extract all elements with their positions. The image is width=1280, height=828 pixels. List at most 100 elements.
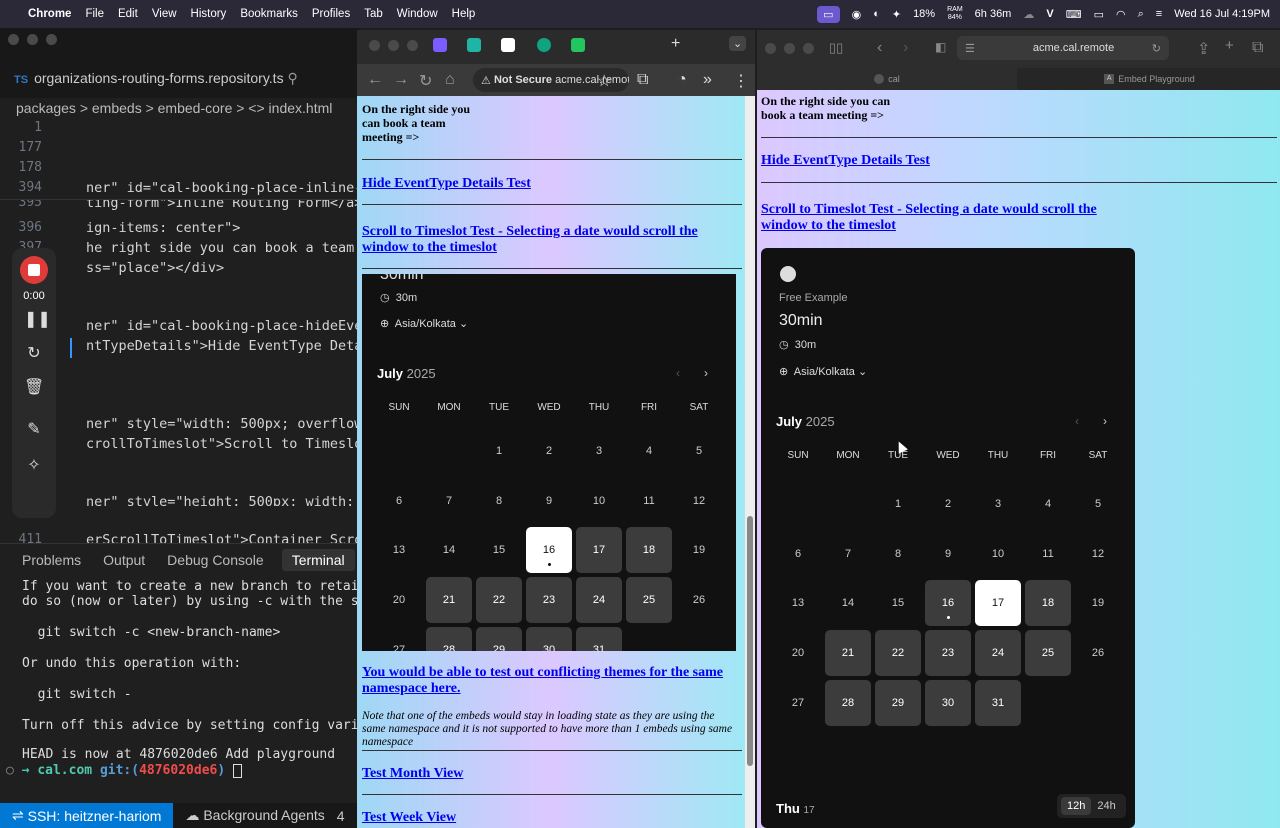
edit-icon[interactable]: ✎	[24, 420, 44, 440]
calendar-day[interactable]: 29	[875, 679, 921, 726]
cloud-icon[interactable]: ☁	[1023, 8, 1034, 21]
trash-icon[interactable]: 🗑	[24, 378, 44, 398]
wifi-icon[interactable]: ◠	[1116, 8, 1126, 21]
tab-favicon-icon[interactable]	[501, 38, 515, 52]
remote-ssh-indicator[interactable]: ⇌ SSH: heitzner-hariom	[0, 803, 174, 828]
menu-history[interactable]: History	[191, 8, 227, 20]
scrollbar-thumb[interactable]	[747, 516, 753, 766]
prev-month-button[interactable]: ‹	[1075, 414, 1079, 428]
prev-month-button[interactable]: ‹	[676, 366, 680, 380]
status-extra[interactable]: 4	[337, 808, 345, 824]
calendar-day[interactable]: 16	[925, 580, 971, 627]
pause-icon[interactable]: ❚❚	[24, 310, 51, 330]
menu-edit[interactable]: Edit	[118, 8, 138, 20]
timezone-select[interactable]: ⊕ Asia/Kolkata ⌄	[779, 365, 867, 378]
tab-problems[interactable]: Problems	[22, 552, 81, 568]
format-24h-button[interactable]: 24h	[1091, 797, 1121, 815]
control-center-icon[interactable]: ≡	[1156, 8, 1162, 20]
scroll-to-timeslot-link[interactable]: Scroll to Timeslot Test - Selecting a da…	[761, 202, 1131, 234]
calendar-day[interactable]: 21	[426, 577, 472, 624]
tab-search-icon[interactable]: ⌄	[729, 36, 747, 51]
minimize-window-button[interactable]	[784, 43, 795, 54]
close-window-button[interactable]	[369, 40, 380, 51]
extensions-icon[interactable]: ⧉	[637, 71, 648, 89]
clock[interactable]: Wed 16 Jul 4:19PM	[1174, 8, 1270, 20]
tab-overview-icon[interactable]: ⧉	[1252, 39, 1263, 57]
address-bar[interactable]: ☰ acme.cal.remote ↻	[957, 36, 1169, 60]
next-month-button[interactable]: ›	[704, 366, 708, 380]
tab-terminal[interactable]: Terminal	[281, 548, 355, 571]
bookmark-star-icon[interactable]: ☆	[597, 71, 611, 91]
tab-favicon-icon[interactable]	[433, 38, 447, 52]
minimize-window-button[interactable]	[388, 40, 399, 51]
calendar-day[interactable]: 24	[576, 577, 622, 624]
calendar-day[interactable]: 18	[1025, 580, 1071, 627]
menu-window[interactable]: Window	[397, 8, 438, 20]
forward-icon[interactable]: →	[393, 71, 409, 89]
hide-eventtype-details-link[interactable]: Hide EventType Details Test	[761, 153, 930, 169]
zoom-window-button[interactable]	[46, 34, 57, 45]
terminal[interactable]: If you want to create a new branch to re…	[0, 575, 360, 803]
tab-output[interactable]: Output	[103, 552, 145, 568]
booking-widget-inline[interactable]: 30min ◷ 30m ⊕ Asia/Kolkata ⌄ July 2025 ‹…	[362, 274, 736, 651]
new-tab-button[interactable]: +	[671, 35, 680, 53]
calendar-day[interactable]: 22	[476, 577, 522, 624]
calendar-day[interactable]: 25	[626, 577, 672, 624]
screen-record-icon[interactable]: ▭	[817, 5, 840, 23]
calendar-day[interactable]: 31	[576, 626, 622, 651]
pin-icon[interactable]: ⚲	[287, 70, 297, 86]
close-window-button[interactable]	[765, 43, 776, 54]
zoom-window-button[interactable]	[407, 40, 418, 51]
menu-app-name[interactable]: Chrome	[28, 8, 71, 20]
next-month-button[interactable]: ›	[1103, 414, 1107, 428]
format-12h-button[interactable]: 12h	[1061, 797, 1092, 815]
page-scrollbar[interactable]	[745, 96, 755, 828]
status-icon[interactable]: ◉	[852, 8, 862, 21]
timezone-select[interactable]: ⊕ Asia/Kolkata ⌄	[380, 317, 468, 330]
menu-icon[interactable]: ⋮	[733, 71, 749, 91]
conflicting-themes-link[interactable]: You would be able to test out conflictin…	[362, 665, 732, 697]
effects-icon[interactable]: ✧	[24, 456, 44, 476]
page-menu-icon[interactable]: ☰	[965, 42, 975, 55]
tab-favicon-icon[interactable]	[571, 38, 585, 52]
profile-icon[interactable]: ◔	[677, 71, 687, 89]
menu-help[interactable]: Help	[452, 8, 476, 20]
calendar-day[interactable]: 30	[925, 679, 971, 726]
forward-icon[interactable]: ›	[903, 39, 908, 57]
tab-favicon-icon[interactable]	[537, 38, 551, 52]
more-extensions-icon[interactable]: »	[703, 71, 712, 89]
calendar-day[interactable]: 25	[1025, 630, 1071, 677]
calendar-day[interactable]: 23	[526, 577, 572, 624]
calendar-day[interactable]: 17	[576, 527, 622, 574]
calendar-day[interactable]: 23	[925, 630, 971, 677]
calendar-day[interactable]: 18	[626, 527, 672, 574]
tab-embed-playground[interactable]: A Embed Playground	[1019, 68, 1280, 90]
minimize-window-button[interactable]	[27, 34, 38, 45]
calendar-day[interactable]: 17	[975, 580, 1021, 627]
calendar-day[interactable]: 22	[875, 630, 921, 677]
calendar-day[interactable]: 24	[975, 630, 1021, 677]
keyboard-icon[interactable]: ⌨	[1066, 8, 1082, 21]
status-icon[interactable]: ✦	[892, 8, 901, 21]
calendar-day[interactable]: 21	[825, 630, 871, 677]
tab-cal[interactable]: cal	[757, 68, 1017, 90]
search-icon[interactable]: ⌕	[1138, 8, 1144, 21]
home-icon[interactable]: ⌂	[445, 71, 455, 89]
back-icon[interactable]: ←	[367, 71, 383, 89]
calendar-day[interactable]: 28	[426, 626, 472, 651]
menu-bookmarks[interactable]: Bookmarks	[240, 8, 298, 20]
breadcrumb[interactable]: packages > embeds > embed-core > <> inde…	[16, 100, 332, 116]
calendar-day[interactable]: 29	[476, 626, 522, 651]
new-tab-icon[interactable]: +	[1225, 37, 1234, 54]
calendar-day[interactable]: 31	[975, 679, 1021, 726]
stop-recording-button[interactable]	[20, 256, 48, 284]
calendar-day[interactable]: 28	[825, 679, 871, 726]
menu-file[interactable]: File	[85, 8, 104, 20]
hide-eventtype-details-link[interactable]: Hide EventType Details Test	[362, 176, 531, 192]
battery-icon[interactable]: ▭	[1094, 8, 1104, 21]
reload-icon[interactable]: ↻	[1152, 42, 1161, 55]
share-icon[interactable]: ⇪	[1197, 39, 1210, 59]
editor-tab[interactable]: TS organizations-routing-forms.repository…	[14, 70, 298, 87]
calendar-day[interactable]: 30	[526, 626, 572, 651]
tab-favicon-icon[interactable]	[467, 38, 481, 52]
